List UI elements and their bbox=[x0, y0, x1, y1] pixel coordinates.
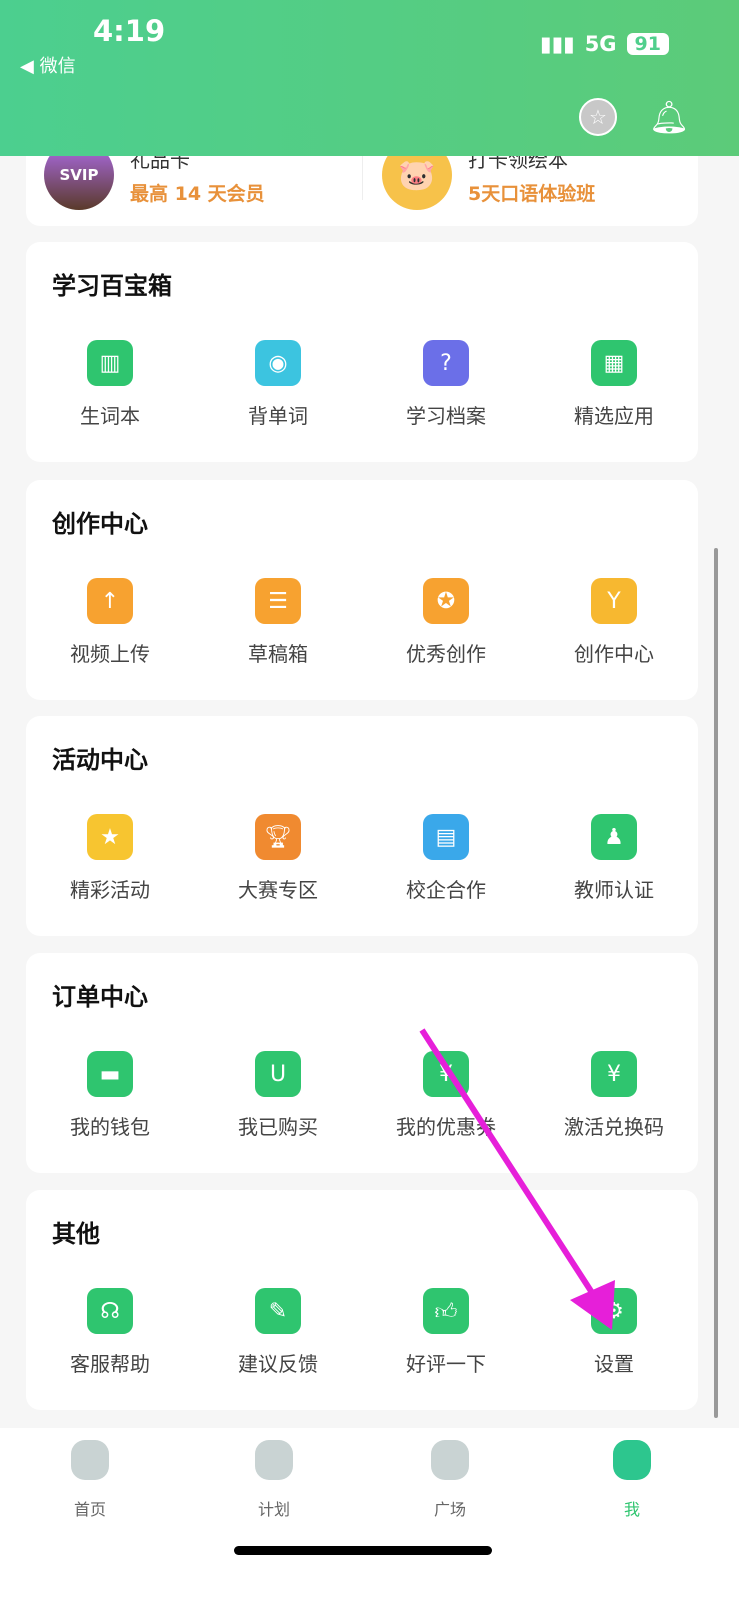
apps-icon: ▦ bbox=[591, 340, 637, 386]
menu-item-label: 视频上传 bbox=[70, 642, 150, 666]
menu-item[interactable]: 👍︎ 好评一下 bbox=[362, 1288, 530, 1377]
notebook-icon: ▥ bbox=[87, 340, 133, 386]
video-upload-icon: ↑ bbox=[87, 578, 133, 624]
menu-item-label: 校企合作 bbox=[406, 878, 486, 902]
headset-icon: ☊ bbox=[87, 1288, 133, 1334]
section-title: 其他 bbox=[52, 1220, 100, 1248]
menu-item[interactable]: ▥ 生词本 bbox=[26, 340, 194, 429]
tab-label: 计划 bbox=[257, 1500, 290, 1519]
redeem-icon: ¥ bbox=[591, 1051, 637, 1097]
menu-item-label: 背单词 bbox=[248, 404, 308, 428]
section-title: 创作中心 bbox=[52, 510, 148, 538]
menu-item[interactable]: ☰ 草稿箱 bbox=[194, 578, 362, 667]
menu-item[interactable]: ▤ 校企合作 bbox=[362, 814, 530, 903]
tab-label: 首页 bbox=[73, 1500, 106, 1519]
menu-item[interactable]: ¥ 激活兑换码 bbox=[530, 1051, 698, 1140]
back-to-wechat[interactable]: ◀ 微信 bbox=[20, 52, 76, 78]
menu-item-label: 设置 bbox=[594, 1352, 634, 1376]
menu-item-label: 我已购买 bbox=[238, 1115, 318, 1139]
section-card: 学习百宝箱 ▥ 生词本 ◉ 背单词 ? 学习档案 ▦ 精选应用 bbox=[26, 242, 698, 462]
menu-item-label: 好评一下 bbox=[406, 1352, 486, 1376]
square-icon bbox=[431, 1440, 469, 1480]
network-label: 5G bbox=[584, 32, 617, 56]
drafts-icon: ☰ bbox=[255, 578, 301, 624]
menu-item-label: 教师认证 bbox=[574, 878, 654, 902]
shopping-bag-icon: U bbox=[255, 1051, 301, 1097]
header: 4:19 ◀ 微信 ▮▮▮ 5G 91 ☆ 🔔︎ bbox=[0, 0, 739, 156]
menu-item[interactable]: ★ 精彩活动 bbox=[26, 814, 194, 903]
menu-item[interactable]: ▦ 精选应用 bbox=[530, 340, 698, 429]
tab-2[interactable]: 广场 bbox=[390, 1440, 510, 1520]
menu-item[interactable]: 🏆︎ 大赛专区 bbox=[194, 814, 362, 903]
menu-item-label: 我的优惠券 bbox=[396, 1115, 496, 1139]
battery-level: 91 bbox=[626, 33, 669, 55]
tab-bar: 首页 计划 广场 我 bbox=[0, 1428, 739, 1600]
menu-item[interactable]: ♟ 教师认证 bbox=[530, 814, 698, 903]
feedback-icon: ✎ bbox=[255, 1288, 301, 1334]
trophy-icon: 🏆︎ bbox=[255, 814, 301, 860]
home-icon bbox=[71, 1440, 109, 1480]
section-title: 学习百宝箱 bbox=[52, 272, 172, 300]
film-reel-icon: ◉ bbox=[255, 340, 301, 386]
section-title: 订单中心 bbox=[52, 983, 148, 1011]
thumbs-up-icon: 👍︎ bbox=[423, 1288, 469, 1334]
lightbulb-icon: Y bbox=[591, 578, 637, 624]
menu-item[interactable]: ◉ 背单词 bbox=[194, 340, 362, 429]
section-card: 创作中心 ↑ 视频上传 ☰ 草稿箱 ✪ 优秀创作 Y 创作中心 bbox=[26, 480, 698, 700]
teacher-icon: ♟ bbox=[591, 814, 637, 860]
tab-0[interactable]: 首页 bbox=[30, 1440, 150, 1520]
menu-item-label: 客服帮助 bbox=[70, 1352, 150, 1376]
tab-label: 广场 bbox=[433, 1500, 466, 1519]
star-icon: ★ bbox=[87, 814, 133, 860]
divider bbox=[362, 150, 363, 200]
me-icon bbox=[613, 1440, 651, 1480]
menu-item-label: 精选应用 bbox=[574, 404, 654, 428]
menu-item[interactable]: Y 创作中心 bbox=[530, 578, 698, 667]
menu-item-label: 精彩活动 bbox=[70, 878, 150, 902]
menu-item-label: 学习档案 bbox=[406, 404, 486, 428]
status-indicators: ▮▮▮ 5G 91 bbox=[540, 32, 669, 56]
tab-1[interactable]: 计划 bbox=[214, 1440, 334, 1520]
menu-item-label: 创作中心 bbox=[574, 642, 654, 666]
menu-item-label: 我的钱包 bbox=[70, 1115, 150, 1139]
star-icon[interactable]: ☆ bbox=[579, 98, 617, 136]
award-icon: ✪ bbox=[423, 578, 469, 624]
gear-icon: ⚙ bbox=[591, 1288, 637, 1334]
tab-label: 我 bbox=[623, 1500, 640, 1519]
menu-item[interactable]: U 我已购买 bbox=[194, 1051, 362, 1140]
menu-item[interactable]: ¥ 我的优惠券 bbox=[362, 1051, 530, 1140]
scrollbar[interactable] bbox=[714, 548, 718, 1418]
menu-item[interactable]: ✪ 优秀创作 bbox=[362, 578, 530, 667]
menu-item[interactable]: ↑ 视频上传 bbox=[26, 578, 194, 667]
menu-item[interactable]: ☊ 客服帮助 bbox=[26, 1288, 194, 1377]
menu-item[interactable]: ? 学习档案 bbox=[362, 340, 530, 429]
promo-subtitle: 5天口语体验班 bbox=[468, 183, 596, 205]
menu-item-label: 优秀创作 bbox=[406, 642, 486, 666]
menu-item-label: 激活兑换码 bbox=[564, 1115, 664, 1139]
bell-icon[interactable]: 🔔︎ bbox=[649, 98, 690, 136]
plan-icon bbox=[255, 1440, 293, 1480]
menu-item-label: 生词本 bbox=[80, 404, 140, 428]
tab-3[interactable]: 我 bbox=[572, 1440, 692, 1520]
menu-item[interactable]: ▬ 我的钱包 bbox=[26, 1051, 194, 1140]
building-icon: ▤ bbox=[423, 814, 469, 860]
promo-subtitle: 最高 14 天会员 bbox=[130, 183, 265, 205]
section-card: 订单中心 ▬ 我的钱包 U 我已购买 ¥ 我的优惠券 ¥ 激活兑换码 bbox=[26, 953, 698, 1173]
wallet-icon: ▬ bbox=[87, 1051, 133, 1097]
home-indicator bbox=[234, 1546, 492, 1555]
signal-icon: ▮▮▮ bbox=[540, 32, 575, 56]
coupon-icon: ¥ bbox=[423, 1051, 469, 1097]
menu-item-label: 大赛专区 bbox=[238, 878, 318, 902]
menu-item-label: 草稿箱 bbox=[248, 642, 308, 666]
section-card: 其他 ☊ 客服帮助 ✎ 建议反馈 👍︎ 好评一下 ⚙ 设置 bbox=[26, 1190, 698, 1410]
status-time: 4:19 bbox=[93, 14, 166, 48]
menu-item[interactable]: ⚙ 设置 bbox=[530, 1288, 698, 1377]
menu-item-label: 建议反馈 bbox=[238, 1352, 318, 1376]
menu-item[interactable]: ✎ 建议反馈 bbox=[194, 1288, 362, 1377]
section-card: 活动中心 ★ 精彩活动 🏆︎ 大赛专区 ▤ 校企合作 ♟ 教师认证 bbox=[26, 716, 698, 936]
archive-icon: ? bbox=[423, 340, 469, 386]
section-title: 活动中心 bbox=[52, 746, 148, 774]
